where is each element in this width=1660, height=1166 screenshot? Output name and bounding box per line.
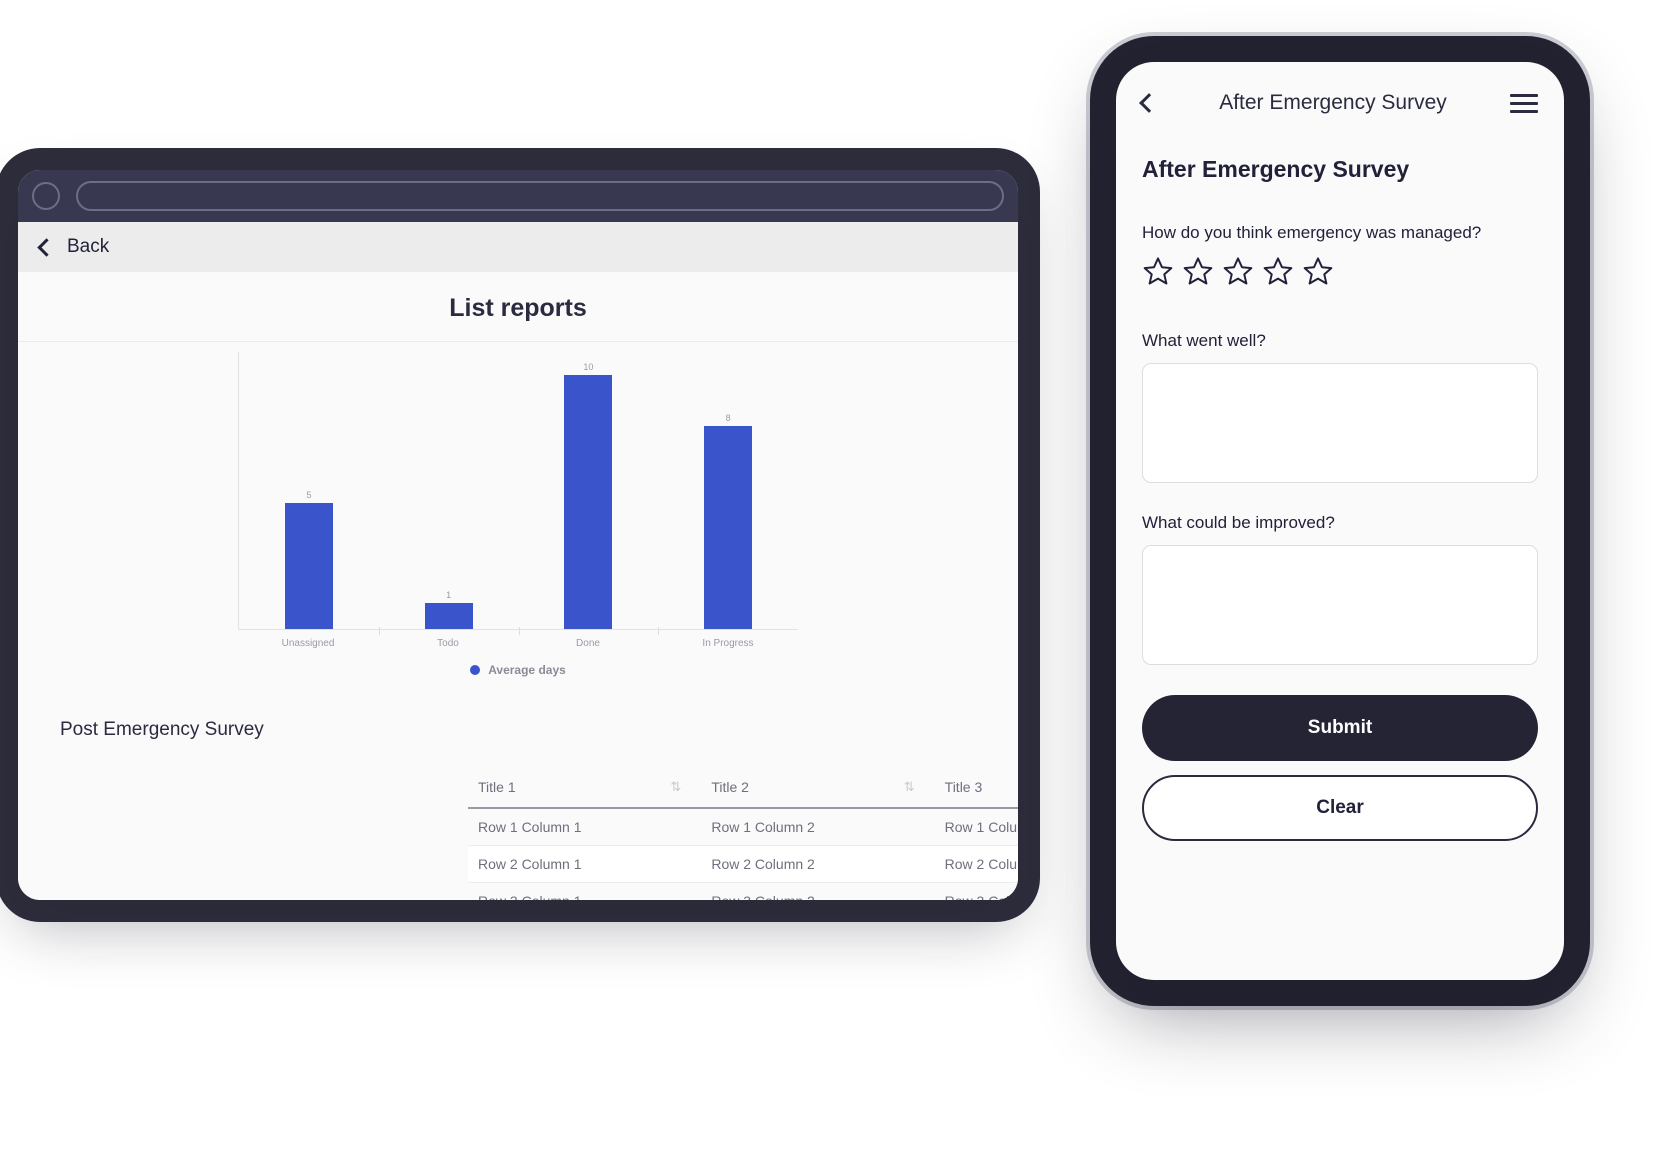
- bar-group: 8: [658, 352, 798, 635]
- chart-legend: Average days: [18, 663, 1018, 677]
- table-column-header-label: Title 3: [944, 779, 983, 795]
- reports-table: Title 1 ⇅ Title 2 ⇅ Title 3 Row 1 Column…: [468, 769, 1018, 900]
- survey-heading: After Emergency Survey: [1142, 156, 1410, 182]
- bar-rect[interactable]: [284, 503, 333, 629]
- chart-bars: 5 1 10 8: [239, 352, 798, 635]
- table-cell: Row 2 Column 2: [701, 845, 935, 883]
- bar-group: 10: [518, 352, 659, 635]
- table-column-header[interactable]: Title 2 ⇅: [701, 769, 935, 809]
- star-outline-icon[interactable]: [1302, 255, 1334, 287]
- table-header-row: Title 1 ⇅ Title 2 ⇅ Title 3: [468, 769, 1018, 809]
- legend-label: Average days: [488, 663, 566, 677]
- star-outline-icon[interactable]: [1262, 255, 1294, 287]
- bar-group: 5: [239, 352, 379, 629]
- bar-rect[interactable]: [704, 426, 753, 629]
- legend-color-dot: [470, 665, 481, 675]
- desktop-browser-mockup: Back List reports 5 1 10 8 Unassigned To…: [18, 170, 1018, 900]
- sort-arrows-icon[interactable]: ⇅: [670, 779, 693, 795]
- bar-value-label: 5: [306, 490, 312, 500]
- phone-header-title: After Emergency Survey: [1219, 91, 1447, 114]
- browser-chrome: [18, 170, 1018, 222]
- what-went-well-label: What went well?: [1142, 331, 1266, 350]
- star-outline-icon[interactable]: [1222, 255, 1254, 287]
- table-row[interactable]: Row 2 Column 1 Row 2 Column 2 Row 2 Colu…: [468, 845, 1018, 883]
- bar-value-label: 8: [725, 413, 731, 423]
- what-could-be-improved-textarea[interactable]: [1142, 545, 1538, 665]
- table-cell: Row 1 Column 1: [468, 808, 702, 846]
- what-could-be-improved-label: What could be improved?: [1142, 513, 1335, 532]
- screenshot-stage: Back List reports 5 1 10 8 Unassigned To…: [0, 0, 1660, 1166]
- table-row[interactable]: Row 3 Column 1 Row 3 Column 2 Row 3 Colu…: [468, 882, 1018, 900]
- phone-mockup: After Emergency Survey After Emergency S…: [1116, 62, 1564, 980]
- bar-group: 1: [378, 352, 519, 635]
- address-bar-input[interactable]: [76, 181, 1004, 211]
- reports-table-wrapper: Title 1 ⇅ Title 2 ⇅ Title 3 Row 1 Column…: [18, 741, 1018, 900]
- submit-button[interactable]: Submit: [1142, 695, 1538, 761]
- chart-plot-area: 5 1 10 8: [238, 352, 798, 635]
- table-cell: Row 3 Column 2: [701, 882, 935, 900]
- table-row[interactable]: Row 1 Column 1 Row 1 Column 2 Row 1 Colu…: [468, 808, 1018, 846]
- app-content: List reports 5 1 10 8 Unassigned Todo Do…: [18, 272, 1018, 900]
- table-cell: Row 3 Column 1: [468, 882, 702, 900]
- x-axis-tick: Todo: [437, 638, 459, 649]
- app-topbar: Back: [18, 222, 1018, 272]
- bar-value-label: 1: [446, 590, 452, 600]
- x-axis-tick: Unassigned: [281, 638, 335, 649]
- table-cell: Row 1 Column 2: [701, 808, 935, 846]
- sort-arrows-icon[interactable]: ⇅: [904, 779, 927, 795]
- x-axis-tick: In Progress: [702, 638, 754, 649]
- star-rating-input[interactable]: [1142, 255, 1538, 287]
- rating-question-label: How do you think emergency was managed?: [1142, 223, 1482, 242]
- page-title: List reports: [18, 272, 1018, 342]
- x-axis-tick: Done: [576, 638, 600, 649]
- table-header: Title 1 ⇅ Title 2 ⇅ Title 3: [468, 769, 1018, 809]
- clear-button[interactable]: Clear: [1142, 775, 1538, 841]
- table-cell: Row 1 Column 3: [934, 808, 1018, 846]
- back-button-label[interactable]: Back: [67, 236, 109, 258]
- table-column-header-label: Title 1: [478, 779, 516, 795]
- bar-rect[interactable]: [564, 375, 613, 629]
- star-outline-icon[interactable]: [1182, 255, 1214, 287]
- circle-icon: [32, 182, 60, 210]
- bar-chart: 5 1 10 8 Unassigned Todo Done In Progres…: [18, 342, 1018, 677]
- chart-x-axis-labels: Unassigned Todo Done In Progress: [238, 638, 798, 649]
- what-went-well-textarea[interactable]: [1142, 363, 1538, 483]
- table-cell: Row 2 Column 3: [934, 845, 1018, 883]
- table-column-header[interactable]: Title 3: [934, 769, 1018, 809]
- section-heading: Post Emergency Survey: [60, 719, 264, 740]
- table-cell: Row 2 Column 1: [468, 845, 702, 883]
- bar-rect[interactable]: [424, 603, 473, 629]
- table-cell: Row 3 Column 3: [934, 882, 1018, 900]
- survey-form: After Emergency Survey How do you think …: [1116, 156, 1564, 841]
- star-outline-icon[interactable]: [1142, 255, 1174, 287]
- chevron-left-icon[interactable]: [37, 237, 56, 257]
- bar-value-label: 10: [583, 362, 594, 372]
- hamburger-menu-icon[interactable]: [1510, 93, 1538, 113]
- phone-header: After Emergency Survey: [1116, 62, 1564, 144]
- table-column-header[interactable]: Title 1 ⇅: [468, 769, 702, 809]
- table-body: Row 1 Column 1 Row 1 Column 2 Row 1 Colu…: [468, 808, 1018, 900]
- table-column-header-label: Title 2: [711, 779, 749, 795]
